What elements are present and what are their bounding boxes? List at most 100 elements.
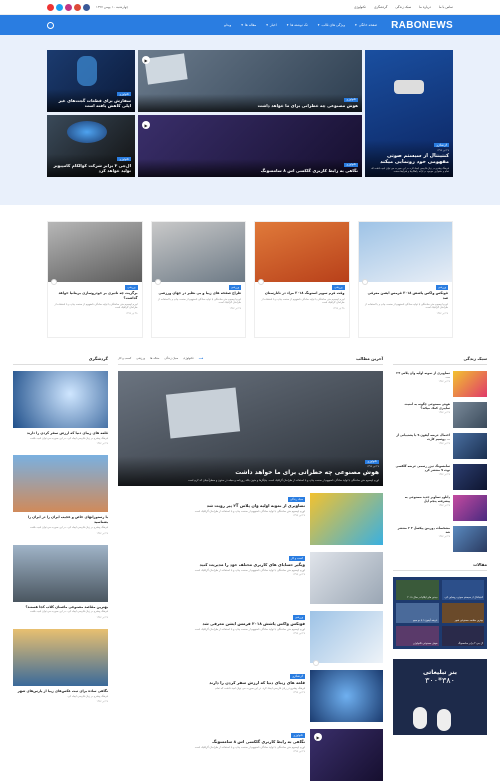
- category-badge[interactable]: ورزشی: [125, 285, 138, 290]
- top-link[interactable]: سبک زندگی: [395, 5, 411, 9]
- hero-title[interactable]: کنتینتال از سیستم صوتی مفهومی خود رونمای…: [369, 153, 449, 166]
- top-link[interactable]: گردشگری: [374, 5, 387, 9]
- tab-all[interactable]: همه: [199, 356, 204, 361]
- nav-item-single[interactable]: تک نوشته ها ▾: [287, 23, 308, 27]
- post-card[interactable]: ورزشی فوتکس واکس پاشش ۲۰۱۸ فرمس ایشن معرف…: [357, 221, 453, 338]
- play-icon[interactable]: ▶: [314, 733, 322, 741]
- article-title[interactable]: دیدنی های ایتالیا در سال ۲۰۱۸: [407, 596, 437, 599]
- tab-sports[interactable]: ورزشی: [136, 356, 145, 361]
- post-row[interactable]: سبک زندگی تصاویری از نمونه اولیه وان پلاس…: [118, 493, 383, 545]
- nav-item-home[interactable]: صفحه خانگی ▾: [355, 23, 377, 27]
- list-item[interactable]: دانلود تصاویر جدید مصنوعی به پیشرفته پنج…: [393, 495, 487, 521]
- article-tile[interactable]: بهترین مقاصد مصنوعی شهر: [441, 603, 484, 623]
- post-row[interactable]: ورزشی فوتکس واکس پاشش ۲۰۱۸ فرمس ایشن معرف…: [118, 611, 383, 666]
- tab-lifestyle[interactable]: سبک زندگی: [164, 356, 178, 361]
- search-icon[interactable]: [47, 21, 54, 29]
- category-badge[interactable]: تکنولوژی: [365, 459, 379, 464]
- tab-business[interactable]: کسب و کار: [118, 356, 131, 361]
- article-title[interactable]: عرضه آیفون ۹ با دو سیم: [413, 619, 438, 622]
- item-title[interactable]: با رستورانهای خاص و عجیب ایران را در ایر…: [13, 515, 108, 525]
- item-title[interactable]: بهترین مقاصد مصنوعی ماشنان کلاب کجا هستن…: [13, 605, 108, 610]
- post-card[interactable]: ورزشی برگزیت چه تاثیری بر خودروسازی بریتا…: [47, 221, 143, 338]
- article-tile[interactable]: دیدنی های ایتالیا در سال ۲۰۱۸: [396, 580, 439, 600]
- hero-tile-left-bottom[interactable]: تکنولوژی ال‌جی ۳ برابر شرکت کوالکام کامپی…: [47, 115, 135, 177]
- category-badge[interactable]: گردشگری: [434, 143, 449, 148]
- twitter-icon[interactable]: [56, 3, 63, 11]
- category-badge[interactable]: ورزشی: [228, 285, 241, 290]
- top-link[interactable]: درباره ما: [419, 5, 431, 9]
- article-tile[interactable]: هوش مصنوعی تکنولوژی: [396, 626, 439, 646]
- category-badge[interactable]: تکنولوژی: [344, 97, 358, 102]
- play-icon[interactable]: ▶: [142, 121, 150, 129]
- item-title[interactable]: مشخصات دوربین پیکسل ۳ ۲ منتشر شد: [393, 526, 450, 534]
- ad-banner[interactable]: بنر تبلیغاتی ۳۸۰*۳۰۰: [393, 659, 487, 735]
- nav-item-video[interactable]: ویدئو: [224, 23, 231, 27]
- row-title[interactable]: قلعه های زیبای دنیا که ارزش سفر کردن را …: [118, 680, 305, 685]
- facebook-icon[interactable]: [83, 3, 90, 11]
- article-title[interactable]: هوش مصنوعی تکنولوژی: [413, 642, 438, 645]
- item-title[interactable]: احتمال عرضه آیفون ۹ با پشتیبانی از ... د…: [393, 433, 450, 441]
- post-row[interactable]: ▶ تکنولوژی نگاهی به رابط کاربری گلکسی اس …: [118, 729, 383, 781]
- hero-tile-right-bottom[interactable]: ▶ تکنولوژی نگاهی به رابط کاربری گلکسی اس …: [138, 115, 362, 177]
- article-title[interactable]: بهترین مقاصد مصنوعی شهر: [455, 619, 483, 622]
- category-badge[interactable]: سبک زندگی: [288, 497, 305, 502]
- nav-item-news[interactable]: اخبار ▾: [266, 23, 276, 27]
- article-tile[interactable]: کنتینانتال از سیستم صوتی رونمایی کرد: [441, 580, 484, 600]
- category-badge[interactable]: ورزشی: [332, 285, 345, 290]
- card-title[interactable]: برگزیت چه تاثیری بر خودروسازی بریتانیا خ…: [52, 291, 137, 301]
- article-tile[interactable]: ال جی ۳ برابر سامسونگ: [441, 626, 484, 646]
- play-icon[interactable]: ▶: [142, 56, 150, 64]
- item-title[interactable]: نگاهی ساده برای ثبت عکس‌های زیبا از پارس…: [13, 689, 108, 694]
- item-title[interactable]: سامسونگ تیزر رسمی عرضه گلکسی نوت ۹ منتشر…: [393, 464, 450, 472]
- category-badge[interactable]: ورزشی: [435, 285, 448, 290]
- category-badge[interactable]: تکنولوژی: [344, 162, 358, 167]
- card-title[interactable]: وقت فرم سوپر استونگ ۲۰۱۸ مراد در تاتارست…: [259, 291, 345, 296]
- item-title[interactable]: هوش مصنوعی چگونه به امنیت سایبری کمک میک…: [393, 402, 450, 410]
- item-title[interactable]: قلعه های زیبای دنیا که ارزش سفر کردن را …: [13, 431, 108, 436]
- tab-technology[interactable]: تکنولوژی: [183, 356, 193, 361]
- category-badge[interactable]: تکنولوژی: [117, 157, 131, 162]
- hero-tile-right-top[interactable]: ▶ تکنولوژی هوش مصنوعی چه خطراتی برای ما خ…: [138, 50, 362, 112]
- post-row[interactable]: کسب و کار ویگیر حسابای های کاربری مختلف خ…: [118, 552, 383, 604]
- nav-item-articles[interactable]: مقاله ها ▾: [241, 23, 256, 27]
- row-title[interactable]: تصاویری از نمونه اولیه وان پلاس ۲T پیر ر…: [118, 503, 305, 508]
- list-item[interactable]: با رستورانهای خاص و عجیب ایران را در ایر…: [13, 455, 108, 535]
- article-title[interactable]: کنتینانتال از سیستم صوتی رونمایی کرد: [444, 596, 483, 599]
- featured-title[interactable]: هوش مصنوعی چه خطراتی برای ما خواهد داشت: [122, 469, 379, 477]
- hero-title[interactable]: ال‌جی ۳ برابر شرکت کوالکام کامپیوتر تولی…: [51, 163, 131, 174]
- post-card[interactable]: ورزشی وقت فرم سوپر استونگ ۲۰۱۸ مراد در تا…: [254, 221, 350, 338]
- category-badge[interactable]: گردشگری: [290, 674, 305, 679]
- featured-post[interactable]: تکنولوژی ۲۸ تیر ۱۳۹۷ هوش مصنوعی چه خطرات…: [118, 371, 383, 486]
- article-title[interactable]: ال جی ۳ برابر سامسونگ: [458, 642, 483, 645]
- category-badge[interactable]: تکنولوژی: [117, 92, 131, 97]
- row-title[interactable]: ویگیر حسابای های کاربری مختلف خود را مدی…: [118, 562, 305, 567]
- list-item[interactable]: نگاهی ساده برای ثبت عکس‌های زیبا از پارس…: [13, 628, 108, 703]
- instagram-icon[interactable]: [65, 3, 72, 11]
- row-title[interactable]: نگاهی به رابط کاربری گلکسی اس ۸ سامسونگ: [118, 739, 305, 744]
- hero-tile-center[interactable]: گردشگری ۲۸ تیر ۱۳۹۷ کنتینتال از سیستم صو…: [365, 50, 453, 177]
- item-title[interactable]: تصاویری از نمونه اولیه وان پلاس ۲T ....: [393, 371, 450, 379]
- youtube-icon[interactable]: [47, 3, 54, 11]
- list-item[interactable]: احتمال عرضه آیفون ۹ با پشتیبانی از ... د…: [393, 433, 487, 459]
- hero-title[interactable]: نگاهی به رابط کاربری گلکسی اس ۸ سامسونگ: [142, 168, 358, 174]
- tab-articles[interactable]: مقاله ها: [150, 356, 159, 361]
- card-title[interactable]: طراح صفحه های زیبا و بی نظیر در جهان ورز…: [156, 291, 241, 296]
- category-badge[interactable]: تکنولوژی: [291, 733, 305, 738]
- item-title[interactable]: دانلود تصاویر جدید مصنوعی به پیشرفته پنج…: [393, 495, 450, 503]
- category-badge[interactable]: کسب و کار: [288, 556, 305, 561]
- list-item[interactable]: هوش مصنوعی چگونه به امنیت سایبری کمک میک…: [393, 402, 487, 428]
- list-item[interactable]: مشخصات دوربین پیکسل ۳ ۲ منتشر شد ۲۸ تیر ۱…: [393, 526, 487, 552]
- post-row[interactable]: گردشگری قلعه های زیبای دنیا که ارزش سفر ک…: [118, 670, 383, 722]
- card-title[interactable]: فوتکس واکس پاشش ۲۰۱۸ فرمس ایشن معرفی شد: [363, 291, 448, 301]
- google-plus-icon[interactable]: [74, 3, 81, 11]
- article-tile[interactable]: عرضه آیفون ۹ با دو سیم: [396, 603, 439, 623]
- row-title[interactable]: فوتکس واکس پاشش ۲۰۱۸ فرمس ایشن معرفی شد: [118, 621, 305, 626]
- post-card[interactable]: ورزشی طراح صفحه های زیبا و بی نظیر در جها…: [150, 221, 246, 338]
- list-item[interactable]: بهترین مقاصد مصنوعی ماشنان کلاب کجا هستن…: [13, 544, 108, 619]
- list-item[interactable]: سامسونگ تیزر رسمی عرضه گلکسی نوت ۹ منتشر…: [393, 464, 487, 490]
- top-link[interactable]: تکنولوژی: [354, 5, 366, 9]
- hero-title[interactable]: هوش مصنوعی چه خطراتی برای ما خواهد داشت: [142, 103, 358, 109]
- list-item[interactable]: تصاویری از نمونه اولیه وان پلاس ۲T .... ۲…: [393, 371, 487, 397]
- site-logo[interactable]: RABONEWS: [391, 20, 453, 31]
- nav-item-features[interactable]: ویژگی های قالب ▾: [318, 23, 345, 27]
